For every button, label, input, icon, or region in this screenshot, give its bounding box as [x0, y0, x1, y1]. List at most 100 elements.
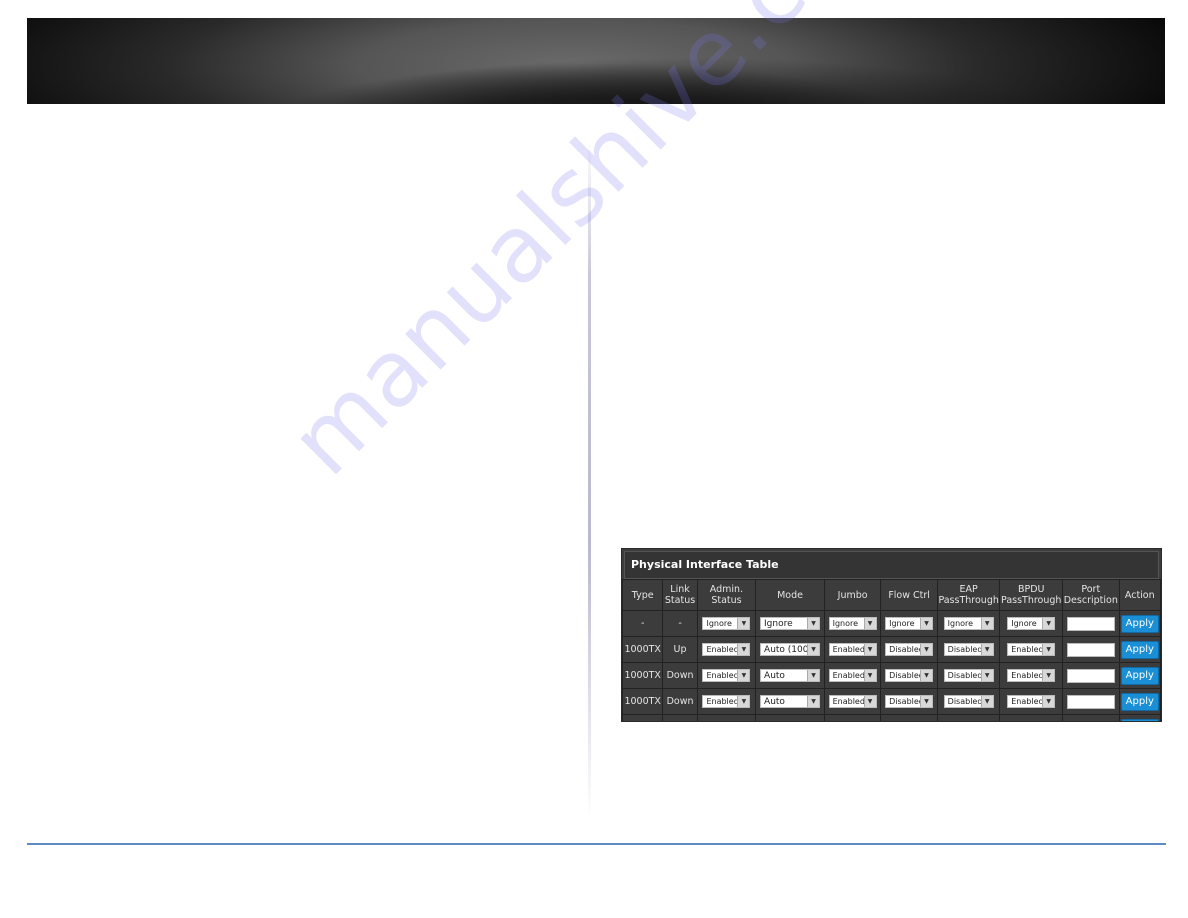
chevron-down-icon[interactable]: ▼ — [920, 644, 933, 655]
admin-status-select-cell: Enabled▼ — [696, 688, 757, 715]
mode-select[interactable]: Auto▼ — [760, 721, 820, 722]
port-description-cell — [1062, 714, 1120, 721]
chevron-down-icon[interactable]: ▼ — [737, 696, 750, 707]
jumbo-select[interactable]: Enabled▼ — [828, 643, 877, 656]
admin-status-select[interactable]: Ignore ▼ — [702, 617, 751, 630]
chevron-down-icon[interactable]: ▼ — [807, 696, 820, 707]
port-description-input[interactable] — [1066, 694, 1115, 709]
chevron-down-icon[interactable]: ▼ — [1042, 696, 1055, 707]
flow-ctrl-select-cell: Disabled▼ — [880, 688, 938, 715]
jumbo-select[interactable]: Enabled▼ — [829, 721, 877, 722]
port-description-cell — [1062, 662, 1120, 689]
flow-ctrl-select[interactable]: Disabled▼ — [885, 721, 933, 722]
admin-status-select[interactable]: Enabled▼ — [702, 695, 751, 708]
port-description-input[interactable] — [1066, 616, 1115, 631]
chevron-down-icon[interactable]: ▼ — [920, 670, 933, 681]
eap-passthrough-select[interactable]: Disabled▼ — [943, 695, 994, 708]
eap-passthrough-select[interactable]: Ignore ▼ — [943, 617, 994, 630]
bpdu-passthrough-select[interactable]: Enabled▼ — [1007, 721, 1055, 722]
chevron-down-icon[interactable]: ▼ — [863, 696, 876, 707]
mode-select[interactable]: Auto▼ — [760, 669, 821, 682]
mode-select[interactable]: Auto (100 ▼ — [760, 643, 821, 656]
bpdu-passthrough-select[interactable]: Ignore ▼ — [1007, 617, 1056, 630]
mode-select[interactable]: Ignore ▼ — [760, 617, 821, 630]
chevron-down-icon[interactable]: ▼ — [980, 696, 993, 707]
port-description-input[interactable] — [1066, 642, 1115, 657]
jumbo-select-value: Enabled — [832, 671, 864, 680]
footer-rule — [27, 843, 1166, 845]
flow-ctrl-select-value: Disabled — [889, 697, 920, 706]
eap-passthrough-select[interactable]: Disabled▼ — [943, 643, 994, 656]
mode-select[interactable]: Auto▼ — [760, 695, 821, 708]
flow-ctrl-select[interactable]: Disabled▼ — [885, 669, 934, 682]
admin-status-select-cell: Enabled▼ — [696, 714, 757, 722]
bpdu-passthrough-select-cell: Enabled▼ — [999, 688, 1064, 715]
jumbo-select[interactable]: Enabled▼ — [828, 669, 877, 682]
chevron-down-icon[interactable]: ▼ — [980, 644, 993, 655]
admin-status-select[interactable]: Enabled▼ — [702, 721, 750, 722]
apply-button[interactable]: Apply — [1120, 718, 1159, 721]
eap-passthrough-select-value: Disabled — [947, 645, 981, 654]
apply-button[interactable]: Apply — [1120, 692, 1159, 711]
flow-ctrl-select[interactable]: Disabled▼ — [885, 643, 934, 656]
eap-passthrough-select-cell: Disabled▼ — [936, 714, 1001, 722]
jumbo-select-value: Enabled — [832, 697, 864, 706]
link-status: Down — [662, 662, 698, 689]
eap-passthrough-select[interactable]: Disabled▼ — [944, 721, 994, 722]
port-type: 1000TX — [622, 636, 664, 663]
bpdu-passthrough-select-cell: Ignore ▼ — [999, 610, 1064, 637]
action-cell: Apply — [1118, 662, 1161, 689]
apply-button[interactable]: Apply — [1120, 666, 1159, 685]
bpdu-passthrough-select-value: Ignore — [1011, 619, 1037, 628]
mode-select-cell: Ignore ▼ — [755, 610, 825, 637]
chevron-down-icon[interactable]: ▼ — [980, 618, 993, 629]
admin-status-select[interactable]: Enabled▼ — [702, 669, 751, 682]
chevron-down-icon[interactable]: ▼ — [1042, 670, 1055, 681]
flow-ctrl-select[interactable]: Ignore ▼ — [885, 617, 934, 630]
mode-select-cell: Auto ▼ — [755, 688, 825, 715]
chevron-down-icon[interactable]: ▼ — [920, 618, 933, 629]
port-type: 1000TX — [622, 662, 664, 689]
port-description-input[interactable] — [1066, 668, 1115, 683]
table-row: 1000TXDownEnabled▼Auto▼Enabled▼Disabled▼… — [622, 688, 1161, 715]
mode-select-cell: Auto ▼ — [755, 662, 825, 689]
chevron-down-icon[interactable]: ▼ — [807, 644, 820, 655]
chevron-down-icon[interactable]: ▼ — [737, 618, 750, 629]
flow-ctrl-select-cell: Ignore ▼ — [880, 610, 938, 637]
bpdu-passthrough-select[interactable]: Enabled▼ — [1007, 643, 1056, 656]
chevron-down-icon[interactable]: ▼ — [863, 618, 876, 629]
jumbo-select[interactable]: Enabled▼ — [828, 695, 877, 708]
flow-ctrl-select[interactable]: Disabled▼ — [885, 695, 934, 708]
header-banner — [27, 18, 1165, 104]
chevron-down-icon[interactable]: ▼ — [863, 670, 876, 681]
chevron-down-icon[interactable]: ▼ — [737, 670, 750, 681]
chevron-down-icon[interactable]: ▼ — [1042, 644, 1055, 655]
table-row: - - Ignore ▼ Ignore ▼ Ignore ▼ Ignore ▼ Ignore ▼ Ign… — [622, 610, 1161, 637]
physical-interface-table: Physical Interface Table Type Link Statu… — [621, 548, 1162, 722]
bpdu-passthrough-select[interactable]: Enabled▼ — [1007, 695, 1056, 708]
port-description-input[interactable] — [1066, 720, 1115, 721]
eap-passthrough-select-value: Disabled — [947, 697, 981, 706]
jumbo-select-cell: Ignore ▼ — [823, 610, 882, 637]
bpdu-passthrough-select-value: Enabled — [1011, 671, 1043, 680]
apply-button[interactable]: Apply — [1120, 614, 1159, 633]
chevron-down-icon[interactable]: ▼ — [1042, 618, 1055, 629]
chevron-down-icon[interactable]: ▼ — [807, 618, 820, 629]
mode-select-value: Auto (100 — [764, 644, 808, 655]
flow-ctrl-select-cell: Disabled▼ — [880, 662, 938, 689]
eap-passthrough-select[interactable]: Disabled▼ — [943, 669, 994, 682]
jumbo-select-cell: Enabled▼ — [823, 662, 882, 689]
apply-button[interactable]: Apply — [1120, 640, 1159, 659]
jumbo-select[interactable]: Ignore ▼ — [828, 617, 877, 630]
chevron-down-icon[interactable]: ▼ — [920, 696, 933, 707]
chevron-down-icon[interactable]: ▼ — [807, 670, 820, 681]
jumbo-select-cell: Enabled▼ — [823, 714, 882, 722]
chevron-down-icon[interactable]: ▼ — [737, 644, 750, 655]
action-cell: Apply — [1118, 610, 1161, 637]
bpdu-passthrough-select-cell: Enabled▼ — [999, 662, 1064, 689]
admin-status-select-cell: Enabled▼ — [696, 662, 757, 689]
chevron-down-icon[interactable]: ▼ — [980, 670, 993, 681]
chevron-down-icon[interactable]: ▼ — [863, 644, 876, 655]
bpdu-passthrough-select[interactable]: Enabled▼ — [1007, 669, 1056, 682]
admin-status-select[interactable]: Enabled▼ — [702, 643, 751, 656]
